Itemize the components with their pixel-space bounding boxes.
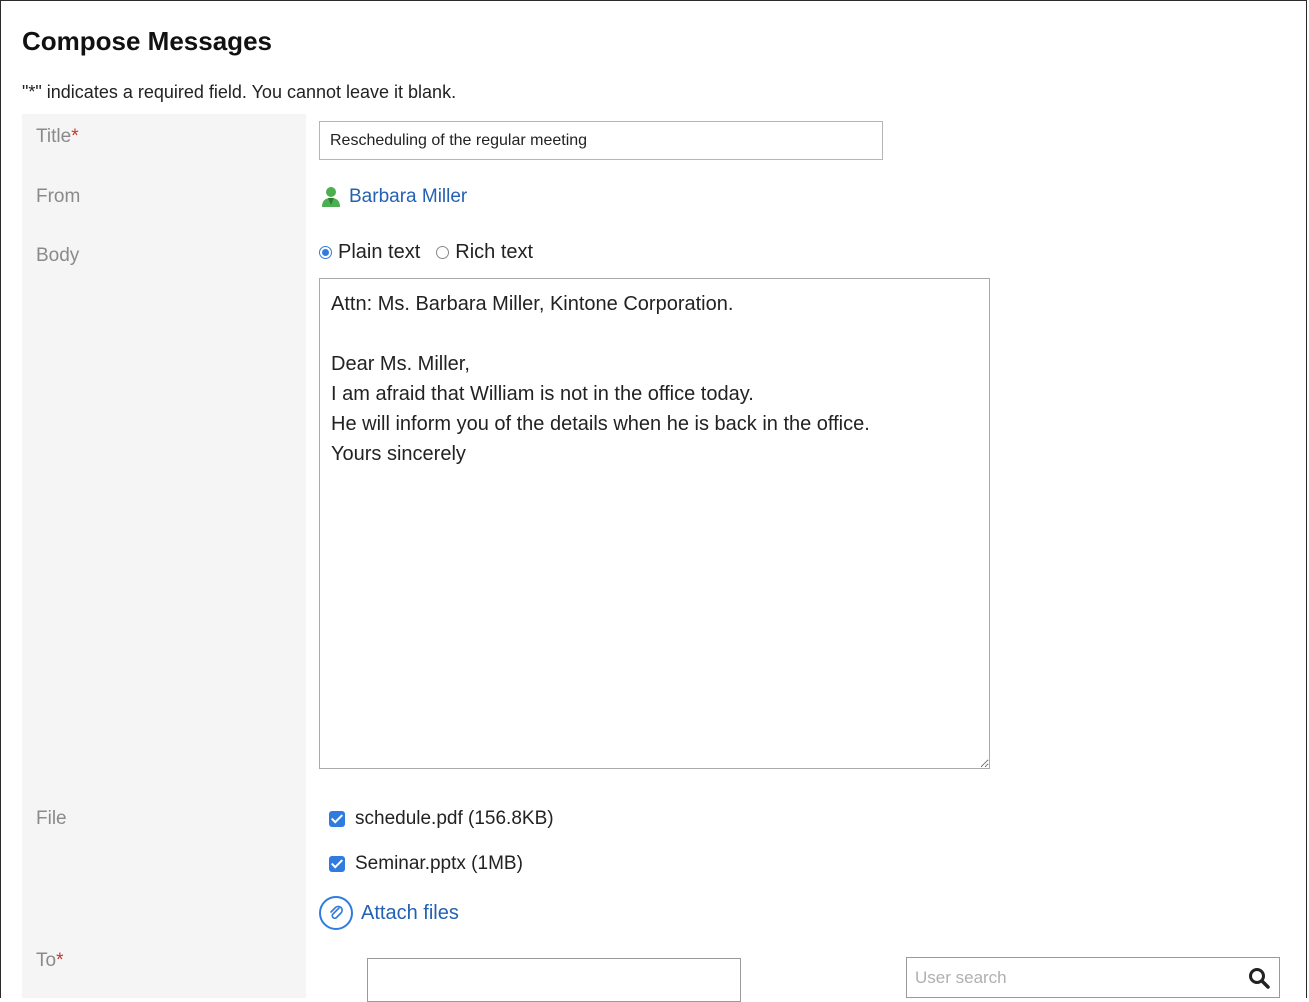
file-label: File <box>36 808 67 829</box>
attach-files-button[interactable]: Attach files <box>319 896 459 930</box>
title-label: Title* <box>36 126 79 147</box>
file-item: schedule.pdf (156.8KB) <box>329 808 554 830</box>
plain-text-label[interactable]: Plain text <box>338 241 420 264</box>
title-field[interactable] <box>319 121 883 160</box>
required-note: "*" indicates a required field. You cann… <box>22 82 457 102</box>
from-label: From <box>36 186 81 207</box>
rich-text-label[interactable]: Rich text <box>455 241 533 264</box>
rich-text-radio[interactable] <box>436 246 450 259</box>
page-title: Compose Messages <box>22 26 272 56</box>
file-name: Seminar.pptx (1MB) <box>355 853 523 874</box>
paperclip-icon <box>319 896 353 930</box>
from-user: Barbara Miller <box>319 185 467 209</box>
to-recipient-list[interactable] <box>367 958 741 1002</box>
search-icon[interactable] <box>1247 966 1271 990</box>
file-checkbox[interactable] <box>329 811 345 827</box>
user-search-box <box>906 957 1280 998</box>
body-label: Body <box>36 245 80 266</box>
to-label: To* <box>36 950 64 971</box>
from-user-link[interactable]: Barbara Miller <box>349 186 467 208</box>
user-icon <box>322 187 340 207</box>
plain-text-radio[interactable] <box>319 246 332 259</box>
file-checkbox[interactable] <box>329 856 345 872</box>
file-name: schedule.pdf (156.8KB) <box>355 808 554 829</box>
user-search-input[interactable] <box>907 958 1243 997</box>
attach-files-label: Attach files <box>361 901 459 924</box>
body-format-options: Plain text Rich text <box>319 241 549 264</box>
body-textarea[interactable]: Attn: Ms. Barbara Miller, Kintone Corpor… <box>319 278 990 769</box>
file-item: Seminar.pptx (1MB) <box>329 853 523 875</box>
